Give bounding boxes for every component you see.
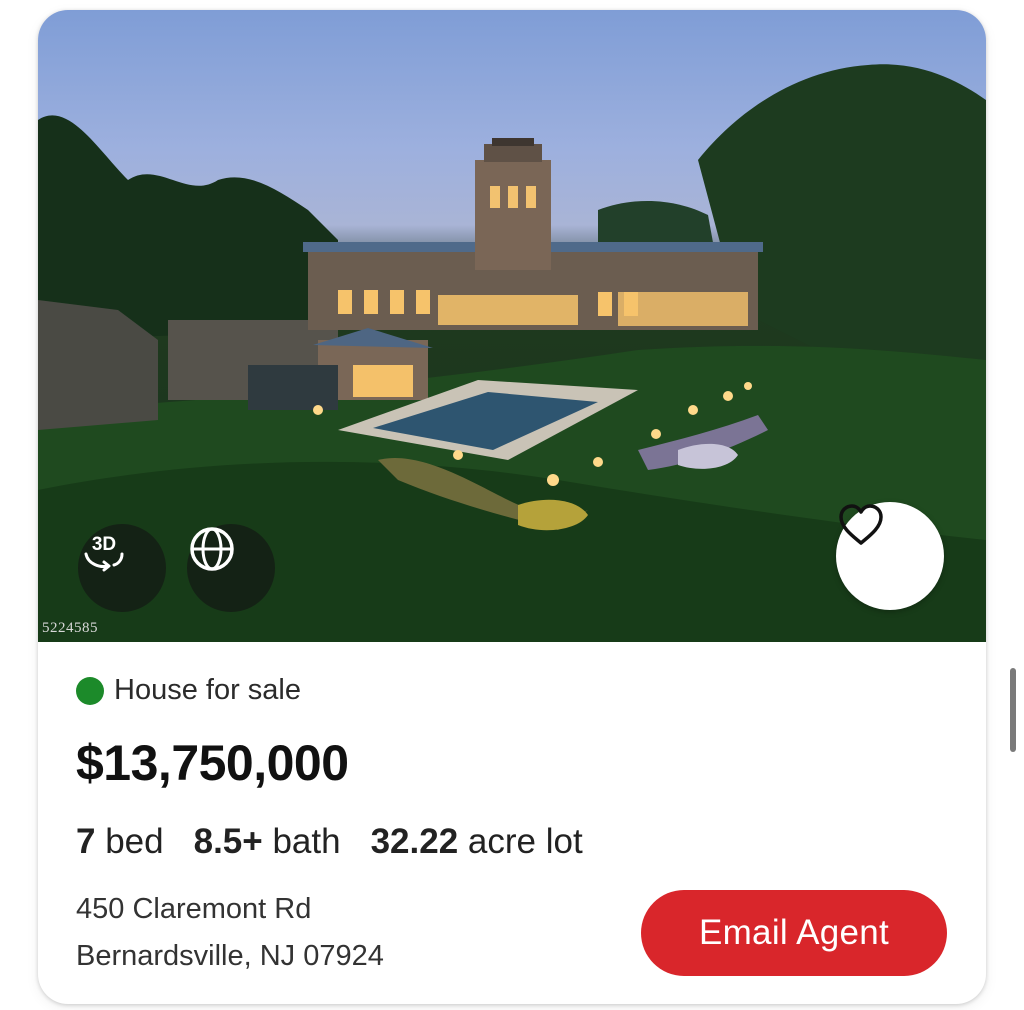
listing-specs: 7 bed 8.5+ bath 32.22 acre lot: [76, 822, 613, 862]
globe-icon: [190, 527, 234, 571]
address-line-2: Bernardsville, NJ 07924: [76, 940, 384, 972]
beds-spec: 7 bed: [76, 822, 164, 862]
virtual-tour-button[interactable]: [187, 524, 275, 612]
status-label: House for sale: [114, 674, 301, 706]
lot-spec: 32.22 acre lot: [371, 822, 583, 862]
listing-status: House for sale: [76, 674, 301, 707]
3d-tour-label: 3D: [92, 534, 116, 555]
3d-tour-icon: 3D: [84, 534, 124, 572]
scrollbar[interactable]: [1010, 668, 1016, 752]
photo-id: 5224585: [42, 620, 98, 636]
baths-value: 8.5+: [193, 822, 263, 861]
beds-value: 7: [76, 822, 96, 861]
listing-address[interactable]: 450 Claremont Rd Bernardsville, NJ 07924: [76, 886, 384, 980]
3d-tour-button[interactable]: 3D: [78, 524, 166, 612]
baths-spec: 8.5+ bath: [194, 822, 341, 862]
status-dot: [76, 676, 104, 705]
listing-card[interactable]: 5224585 3D House for sale $13,750,000 7 …: [38, 10, 986, 1004]
heart-icon: [839, 504, 883, 545]
address-line-1: 450 Claremont Rd: [76, 893, 312, 925]
baths-unit: bath: [272, 822, 341, 861]
listing-price: $13,750,000: [76, 735, 349, 791]
beds-unit: bed: [105, 822, 164, 861]
lot-unit: acre lot: [467, 822, 583, 861]
listing-photo[interactable]: 5224585 3D: [38, 10, 986, 642]
favorite-button[interactable]: [836, 502, 944, 610]
lot-value: 32.22: [370, 822, 459, 861]
email-agent-button[interactable]: Email Agent: [641, 890, 947, 976]
